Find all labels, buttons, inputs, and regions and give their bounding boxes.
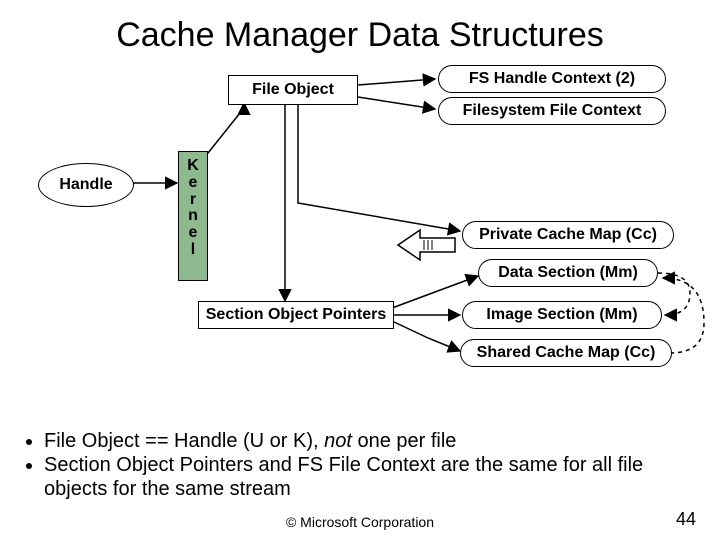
node-shared-cache-map: Shared Cache Map (Cc) xyxy=(460,339,672,367)
node-filesystem-file-context: Filesystem File Context xyxy=(438,97,666,125)
bullet-list: File Object == Handle (U or K), not one … xyxy=(0,423,720,501)
page-number: 44 xyxy=(676,509,696,530)
slide-title: Cache Manager Data Structures xyxy=(0,0,720,63)
node-fs-handle-context: FS Handle Context (2) xyxy=(438,65,666,93)
node-section-object-pointers: Section Object Pointers xyxy=(198,301,394,329)
node-private-cache-map: Private Cache Map (Cc) xyxy=(462,221,674,249)
bullet-item: Section Object Pointers and FS File Cont… xyxy=(44,453,698,501)
node-file-object: File Object xyxy=(228,75,358,105)
node-image-section: Image Section (Mm) xyxy=(462,301,662,329)
bullet-item: File Object == Handle (U or K), not one … xyxy=(44,429,698,453)
node-handle: Handle xyxy=(38,163,134,207)
block-arrow-icon xyxy=(398,230,455,260)
diagram-canvas: Handle K e r n e l File Object FS Handle… xyxy=(0,63,720,423)
node-kernel: K e r n e l xyxy=(178,151,208,281)
copyright-footer: © Microsoft Corporation xyxy=(0,514,720,530)
node-data-section: Data Section (Mm) xyxy=(478,259,658,287)
